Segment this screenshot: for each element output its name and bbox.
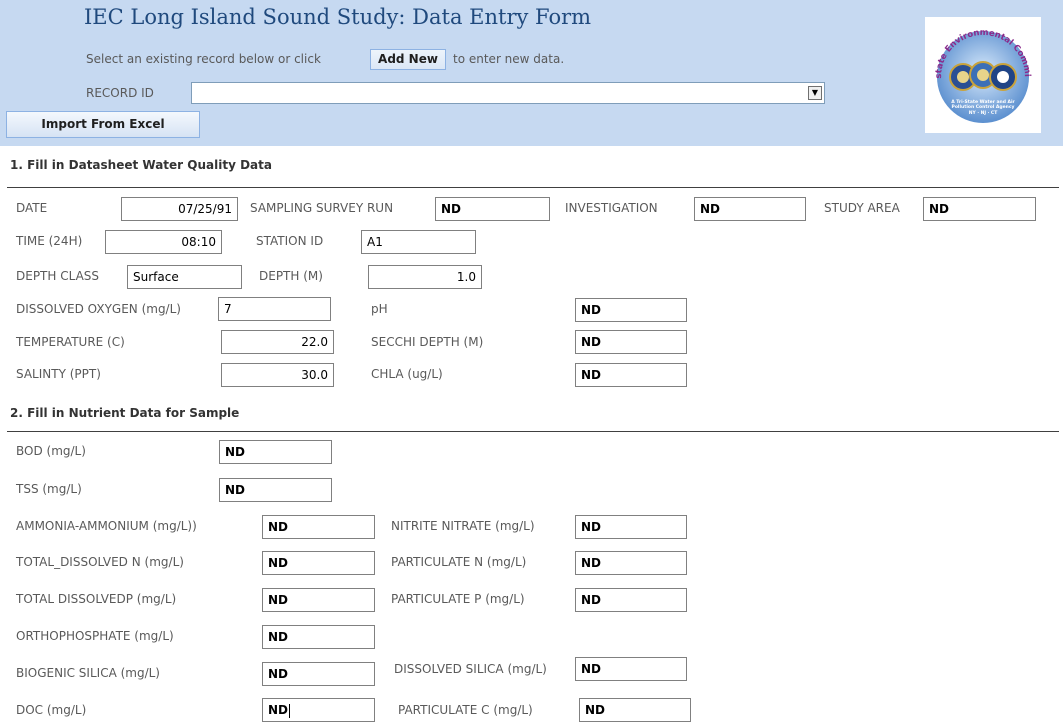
orthophosphate-field[interactable]: ND (262, 625, 375, 649)
form-title: IEC Long Island Sound Study: Data Entry … (84, 5, 592, 29)
ammonia-field[interactable]: ND (262, 515, 375, 539)
dissolved-silica-label: DISSOLVED SILICA (mg/L) (394, 662, 547, 676)
total-dissolved-n-label: TOTAL_DISSOLVED N (mg/L) (16, 555, 184, 569)
particulate-p-field[interactable]: ND (575, 588, 687, 612)
depth-label: DEPTH (M) (259, 269, 323, 283)
station-id-label: STATION ID (256, 234, 324, 248)
ph-label: pH (371, 302, 388, 316)
particulate-p-label: PARTICULATE P (mg/L) (391, 592, 525, 606)
time-label: TIME (24H) (16, 234, 83, 248)
study-area-label: STUDY AREA (824, 201, 900, 215)
sampling-survey-run-label: SAMPLING SURVEY RUN (250, 201, 394, 215)
import-from-excel-button[interactable]: Import From Excel (6, 111, 200, 138)
particulate-n-label: PARTICULATE N (mg/L) (391, 555, 527, 569)
salinity-label: SALINTY (PPT) (16, 367, 101, 381)
bod-label: BOD (mg/L) (16, 444, 86, 458)
total-dissolved-p-label: TOTAL DISSOLVEDP (mg/L) (16, 592, 177, 606)
chevron-down-icon[interactable]: ▼ (808, 86, 822, 100)
temperature-label: TEMPERATURE (C) (16, 335, 125, 349)
svg-text:Pollution Control Agency: Pollution Control Agency (952, 104, 1015, 110)
secchi-depth-label: SECCHI DEPTH (M) (371, 335, 484, 349)
study-area-field[interactable]: ND (923, 197, 1036, 221)
biogenic-silica-field[interactable]: ND (262, 662, 375, 686)
sampling-survey-run-field[interactable]: ND (435, 197, 550, 221)
temperature-field[interactable]: 22.0 (221, 330, 334, 354)
biogenic-silica-label: BIOGENIC SILICA (mg/L) (16, 666, 160, 680)
secchi-depth-field[interactable]: ND (575, 330, 687, 354)
time-field[interactable]: 08:10 (105, 230, 222, 254)
chla-label: CHLA (ug/L) (371, 367, 443, 381)
orthophosphate-label: ORTHOPHOSPHATE (mg/L) (16, 629, 174, 643)
date-field[interactable]: 07/25/91 (121, 197, 238, 221)
record-id-combobox[interactable]: ▼ (191, 82, 825, 104)
dissolved-silica-field[interactable]: ND (575, 657, 687, 681)
dissolved-oxygen-field[interactable]: 7 (218, 297, 331, 321)
tss-label: TSS (mg/L) (16, 482, 82, 496)
section-2-divider (7, 431, 1059, 432)
instruction-text-start: Select an existing record below or click (86, 52, 321, 66)
svg-text:NY · NJ · CT: NY · NJ · CT (969, 110, 998, 116)
section-2-heading: 2. Fill in Nutrient Data for Sample (10, 406, 240, 420)
doc-label: DOC (mg/L) (16, 703, 87, 717)
ph-field[interactable]: ND (575, 298, 687, 322)
date-label: DATE (16, 201, 48, 215)
iec-logo-graphic: Interstate Environmental Commission A Tr… (922, 10, 1032, 123)
chla-field[interactable]: ND (575, 363, 687, 387)
nitrite-nitrate-label: NITRITE NITRATE (mg/L) (391, 519, 535, 533)
section-1-divider (7, 187, 1059, 188)
depth-class-field[interactable]: Surface (127, 265, 242, 289)
depth-class-label: DEPTH CLASS (16, 269, 100, 283)
tss-field[interactable]: ND (219, 478, 332, 502)
doc-field[interactable]: ND (262, 698, 375, 722)
doc-field-value: ND (268, 703, 289, 717)
record-id-label: RECORD ID (86, 86, 154, 100)
depth-field[interactable]: 1.0 (368, 265, 482, 289)
dissolved-oxygen-label: DISSOLVED OXYGEN (mg/L) (16, 302, 181, 316)
add-new-button[interactable]: Add New (370, 49, 446, 70)
particulate-n-field[interactable]: ND (575, 551, 687, 575)
salinity-field[interactable]: 30.0 (221, 363, 334, 387)
section-1-heading: 1. Fill in Datasheet Water Quality Data (10, 158, 272, 172)
bod-field[interactable]: ND (219, 440, 332, 464)
text-cursor (289, 703, 291, 718)
form-header: IEC Long Island Sound Study: Data Entry … (0, 0, 1063, 146)
total-dissolved-n-field[interactable]: ND (262, 551, 375, 575)
ammonia-label: AMMONIA-AMMONIUM (mg/L)) (16, 519, 197, 533)
nitrite-nitrate-field[interactable]: ND (575, 515, 687, 539)
total-dissolved-p-field[interactable]: ND (262, 588, 375, 612)
investigation-field[interactable]: ND (694, 197, 806, 221)
particulate-c-field[interactable]: ND (579, 698, 691, 722)
instruction-text-end: to enter new data. (453, 52, 565, 66)
particulate-c-label: PARTICULATE C (mg/L) (398, 703, 533, 717)
investigation-label: INVESTIGATION (565, 201, 658, 215)
station-id-field[interactable]: A1 (361, 230, 476, 254)
iec-logo: Interstate Environmental Commission A Tr… (922, 10, 1041, 133)
